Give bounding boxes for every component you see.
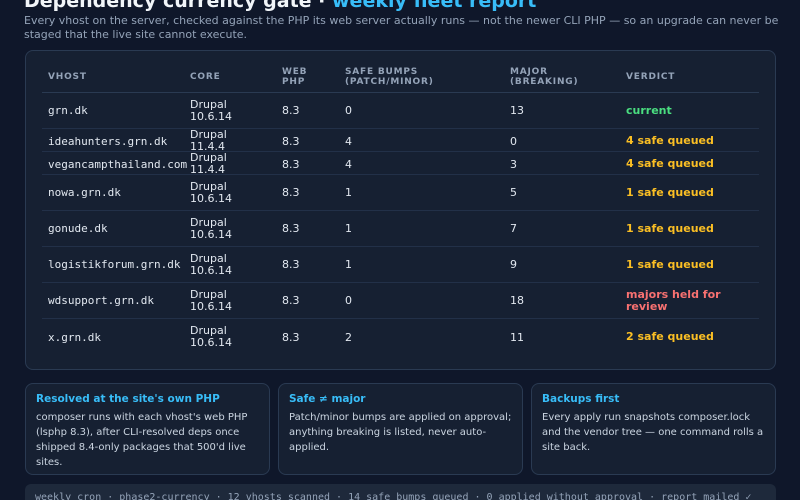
major-cell: 7 [510, 222, 517, 235]
verdict-cell: 1 safe queued [626, 257, 714, 271]
core-cell: Drupal 10.6.14 [190, 215, 232, 241]
table-row: vegancampthailand.com Drupal 11.4.4 8.3 4 3 4… [42, 151, 759, 176]
info-card-body: Every apply run snapshots composer.lock … [542, 412, 764, 453]
page-title-main: Dependency currency gate · [24, 0, 326, 12]
info-card-title: Backups first [542, 393, 620, 405]
web-php-cell: 8.3 [282, 330, 300, 344]
web-php-cell: 8.3 [282, 294, 300, 307]
vhost-cell: wdsupport.grn.dk [48, 294, 154, 307]
verdict-cell: majors held for review [626, 287, 721, 313]
info-card-body: Patch/minor bumps are applied on approva… [289, 412, 512, 453]
verdict-cell: 1 safe queued [626, 185, 714, 199]
info-card-backups: Backups first Every apply run snapshots … [531, 383, 776, 475]
vhost-cell: logistikforum.grn.dk [48, 258, 181, 271]
major-cell: 9 [510, 258, 517, 271]
column-header-verdict: VERDICT [626, 71, 676, 82]
page-title-accent: weekly fleet report [332, 0, 537, 12]
table-row: x.grn.dk Drupal 10.6.14 8.3 2 11 2 safe queue… [42, 319, 759, 355]
column-header-web-php: WEB PHP [282, 66, 308, 87]
table-row: gonude.dk Drupal 10.6.14 8.3 1 7 1 safe queue… [42, 211, 759, 247]
info-card-title: Resolved at the site's own PHP [36, 393, 220, 405]
vhost-cell: grn.dk [48, 104, 88, 117]
verdict-cell: 4 safe queued [626, 134, 714, 147]
table-row: wdsupport.grn.dk Drupal 10.6.14 8.3 0 18 majo… [42, 283, 759, 319]
safe-bumps-cell: 0 [345, 104, 352, 117]
page-title: Dependency currency gate · weekly fleet … [24, 0, 784, 14]
table-row: logistikforum.grn.dk Drupal 10.6.14 8.3 1 9 1… [42, 247, 759, 283]
fleet-table: VHOST CORE WEB PHP SAFE BUMPS (PATCH/MIN… [25, 50, 776, 370]
vhost-cell: vegancampthailand.com [48, 157, 188, 171]
info-card-title: Safe ≠ major [289, 393, 366, 405]
info-cards: Resolved at the site's own PHP composer … [25, 383, 776, 475]
major-cell: 11 [510, 330, 524, 344]
page-header: Dependency currency gate · weekly fleet … [24, 0, 784, 42]
safe-bumps-cell: 1 [345, 186, 352, 199]
major-cell: 3 [510, 157, 517, 171]
table-row: ideahunters.grn.dk Drupal 11.4.4 8.3 4 0 4 sa… [42, 128, 759, 153]
safe-bumps-cell: 4 [345, 134, 352, 148]
web-php-cell: 8.3 [282, 258, 300, 271]
core-cell: Drupal 10.6.14 [190, 287, 232, 313]
info-card-safe-vs-major: Safe ≠ major Patch/minor bumps are appli… [278, 383, 523, 475]
verdict-cell: 2 safe queued [626, 330, 714, 343]
verdict-cell: 1 safe queued [626, 221, 714, 235]
core-cell: Drupal 11.4.4 [190, 128, 227, 153]
core-cell: Drupal 10.6.14 [190, 324, 232, 349]
column-header-core: CORE [190, 71, 221, 82]
web-php-cell: 8.3 [282, 157, 300, 171]
safe-bumps-cell: 0 [345, 294, 352, 307]
vhost-cell: ideahunters.grn.dk [48, 134, 168, 148]
info-card-resolved-php: Resolved at the site's own PHP composer … [25, 383, 270, 475]
web-php-cell: 8.3 [282, 186, 300, 199]
web-php-cell: 8.3 [282, 104, 300, 117]
verdict-cell: 4 safe queued [626, 157, 714, 170]
column-header-safe-bumps: SAFE BUMPS (PATCH/MINOR) [345, 66, 434, 87]
safe-bumps-cell: 4 [345, 157, 352, 171]
column-header-vhost: VHOST [48, 71, 87, 82]
vhost-cell: nowa.grn.dk [48, 186, 121, 199]
major-cell: 5 [510, 186, 517, 199]
major-cell: 18 [510, 294, 524, 307]
web-php-cell: 8.3 [282, 222, 300, 235]
safe-bumps-cell: 1 [345, 258, 352, 271]
major-cell: 13 [510, 104, 524, 117]
verdict-cell: current [626, 103, 672, 117]
major-cell: 0 [510, 134, 517, 148]
table-header: VHOST CORE WEB PHP SAFE BUMPS (PATCH/MIN… [42, 61, 759, 93]
safe-bumps-cell: 2 [345, 330, 352, 344]
vhost-cell: x.grn.dk [48, 330, 101, 344]
core-cell: Drupal 10.6.14 [190, 97, 232, 123]
status-footer: weekly cron · phase2-currency · 12 vhost… [25, 484, 776, 500]
core-cell: Drupal 10.6.14 [190, 179, 232, 205]
safe-bumps-cell: 1 [345, 222, 352, 235]
web-php-cell: 8.3 [282, 134, 300, 148]
column-header-major: MAJOR (BREAKING) [510, 66, 579, 87]
page-subtitle: Every vhost on the server, checked again… [24, 14, 779, 41]
core-cell: Drupal 11.4.4 [190, 151, 227, 176]
info-card-body: composer runs with each vhost's web PHP … [36, 412, 248, 468]
vhost-cell: gonude.dk [48, 222, 108, 235]
table-body: grn.dk Drupal 10.6.14 8.3 0 13 current ideahun… [42, 93, 759, 355]
table-row: grn.dk Drupal 10.6.14 8.3 0 13 current [42, 93, 759, 129]
table-row: nowa.grn.dk Drupal 10.6.14 8.3 1 5 1 safe que… [42, 175, 759, 211]
core-cell: Drupal 10.6.14 [190, 251, 232, 277]
